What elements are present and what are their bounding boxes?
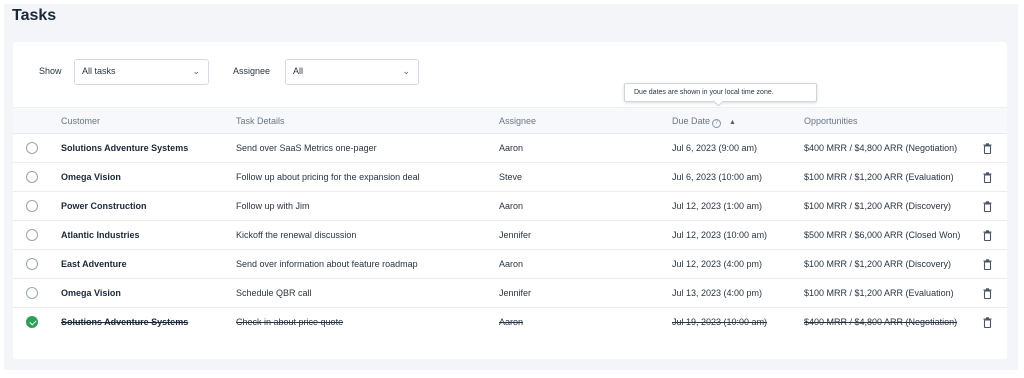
tasks-table: Customer Task Details Assignee Due Date?… [13,107,1007,337]
show-select[interactable]: All tasks ⌄ [74,59,209,85]
opportunities-cell: $500 MRR / $6,000 ARR (Closed Won) [804,230,961,240]
task-details-cell: Send over information about feature road… [236,259,418,269]
complete-task-checkbox[interactable] [26,142,38,154]
trash-icon[interactable] [983,143,992,154]
task-details-cell: Send over SaaS Metrics one-pager [236,143,377,153]
task-details-cell: Kickoff the renewal discussion [236,230,357,240]
complete-task-checkbox[interactable] [26,258,38,270]
trash-icon[interactable] [983,317,992,328]
opportunities-cell: $100 MRR / $1,200 ARR (Evaluation) [804,172,954,182]
filters-bar: Show All tasks ⌄ Assignee All ⌄ [13,59,1007,85]
due-date-tooltip: Due dates are shown in your local time z… [624,83,817,107]
tooltip-text: Due dates are shown in your local time z… [634,89,774,96]
trash-icon[interactable] [983,201,992,212]
table-row[interactable]: Solutions Adventure Systems Check in abou… [13,308,1007,337]
opportunities-cell: $400 MRR / $4,800 ARR (Negotiation) [804,317,958,327]
assignee-select-value: All [293,66,304,76]
assignee-cell: Aaron [499,143,524,153]
column-opportunities[interactable]: Opportunities [804,116,858,126]
column-due-date-label: Due Date [672,116,711,126]
due-date-cell: Jul 13, 2023 (4:00 pm) [672,288,763,298]
table-header: Customer Task Details Assignee Due Date?… [13,107,1007,134]
due-date-cell: Jul 6, 2023 (10:00 am) [672,172,763,182]
column-task-details[interactable]: Task Details [236,116,285,126]
assignee-cell: Jennifer [499,288,532,298]
trash-icon[interactable] [983,259,992,270]
opportunities-cell: $100 MRR / $1,200 ARR (Discovery) [804,259,952,269]
due-date-cell: Jul 12, 2023 (4:00 pm) [672,259,763,269]
customer-cell[interactable]: Power Construction [61,201,147,211]
opportunities-cell: $100 MRR / $1,200 ARR (Discovery) [804,201,952,211]
customer-cell[interactable]: Omega Vision [61,288,121,298]
table-body: Solutions Adventure Systems Send over Saa… [13,134,1007,337]
customer-cell[interactable]: Atlantic Industries [61,230,140,240]
task-details-cell: Check in about price quote [236,317,344,327]
table-row[interactable]: Atlantic Industries Kickoff the renewal d… [13,221,1007,250]
opportunities-cell: $400 MRR / $4,800 ARR (Negotiation) [804,143,958,153]
column-due-date[interactable]: Due Date? ▲ [672,116,736,128]
due-date-cell: Jul 12, 2023 (10:00 am) [672,230,768,240]
due-date-cell: Jul 19, 2023 (10:00 am) [672,317,768,327]
customer-cell[interactable]: Omega Vision [61,172,121,182]
column-assignee[interactable]: Assignee [499,116,536,126]
assignee-cell: Aaron [499,259,524,269]
complete-task-checkbox[interactable] [26,287,38,299]
trash-icon[interactable] [983,172,992,183]
task-details-cell: Schedule QBR call [236,288,312,298]
table-row[interactable]: Power Construction Follow up with Jim Aaro… [13,192,1007,221]
chevron-down-icon: ⌄ [402,66,410,76]
customer-cell[interactable]: Solutions Adventure Systems [61,143,188,153]
tasks-card: Show All tasks ⌄ Assignee All ⌄ Due date… [13,42,1007,359]
complete-task-checkbox[interactable] [26,171,38,183]
show-select-value: All tasks [82,66,116,76]
assignee-cell: Jennifer [499,230,532,240]
assignee-cell: Aaron [499,201,524,211]
trash-icon[interactable] [983,230,992,241]
opportunities-cell: $100 MRR / $1,200 ARR (Evaluation) [804,288,954,298]
task-details-cell: Follow up about pricing for the expansio… [236,172,420,182]
task-details-cell: Follow up with Jim [236,201,310,211]
check-circle-icon[interactable] [26,316,38,328]
due-date-cell: Jul 6, 2023 (9:00 am) [672,143,758,153]
chevron-down-icon: ⌄ [192,66,200,76]
complete-task-checkbox[interactable] [26,200,38,212]
table-row[interactable]: Omega Vision Follow up about pricing for … [13,163,1007,192]
assignee-select[interactable]: All ⌄ [285,59,419,85]
customer-cell[interactable]: East Adventure [61,259,127,269]
customer-cell[interactable]: Solutions Adventure Systems [61,317,188,327]
table-row[interactable]: Omega Vision Schedule QBR call Jennifer Jul… [13,279,1007,308]
page: Tasks Show All tasks ⌄ Assignee All ⌄ Du… [4,4,1018,370]
complete-task-checkbox[interactable] [26,229,38,241]
assignee-cell: Aaron [499,317,524,327]
trash-icon[interactable] [983,288,992,299]
page-title: Tasks [12,7,57,24]
due-date-cell: Jul 12, 2023 (1:00 am) [672,201,763,211]
sort-up-icon[interactable]: ▲ [729,119,736,126]
question-circle-icon[interactable]: ? [712,119,722,128]
tooltip-arrow [713,96,724,107]
assignee-label: Assignee [233,66,271,76]
column-customer[interactable]: Customer [61,116,100,126]
table-row[interactable]: East Adventure Send over information abou… [13,250,1007,279]
table-row[interactable]: Solutions Adventure Systems Send over Saa… [13,134,1007,163]
assignee-cell: Steve [499,172,523,182]
show-label: Show [39,66,62,76]
